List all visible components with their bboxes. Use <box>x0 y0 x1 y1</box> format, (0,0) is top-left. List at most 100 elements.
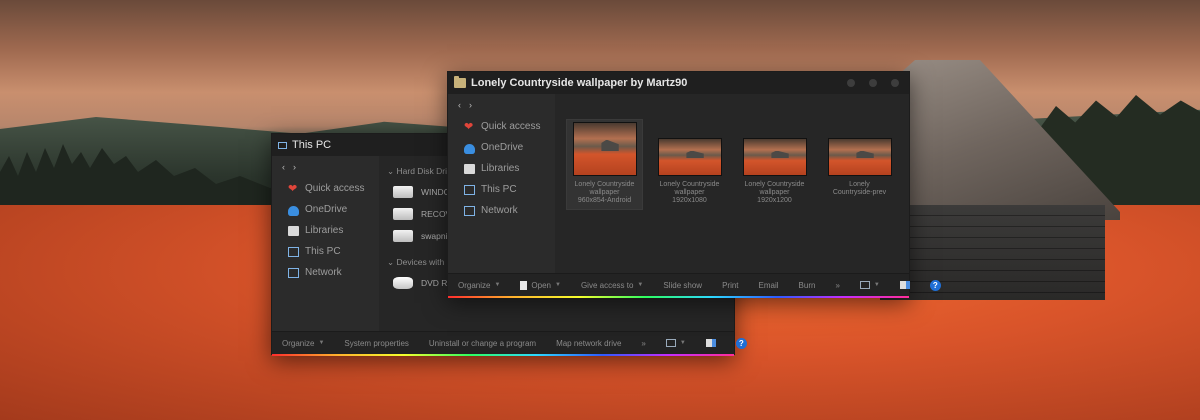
folder-icon <box>454 76 466 88</box>
drive-label: WINDO <box>421 187 451 197</box>
organize-label: Organize <box>282 338 315 348</box>
network-icon <box>464 205 475 216</box>
sidebar-item-label: Libraries <box>481 163 520 174</box>
network-icon <box>288 267 299 278</box>
chevron-down-icon: ▼ <box>873 282 880 288</box>
folder-window[interactable]: Lonely Countryside wallpaper by Martz90 … <box>447 71 941 298</box>
image-thumbnail <box>827 138 892 176</box>
file-name-line: 1920x1200 <box>757 197 792 204</box>
forward-arrow-icon[interactable]: › <box>469 100 472 110</box>
sidebar-item-this-pc[interactable]: This PC <box>272 241 364 262</box>
sidebar-item-label: Quick access <box>481 121 541 132</box>
print-button[interactable]: Print <box>712 281 748 290</box>
slide-show-button[interactable]: Slide show <box>653 281 712 290</box>
maximize-button[interactable] <box>869 79 877 87</box>
sidebar-item-label: This PC <box>481 184 517 195</box>
map-network-drive-button[interactable]: Map network drive <box>546 339 631 348</box>
sidebar-item-onedrive[interactable]: OneDrive <box>448 137 540 158</box>
file-item[interactable]: Lonely Countryside-prev <box>822 120 897 209</box>
close-button[interactable] <box>891 79 899 87</box>
burn-button[interactable]: Burn <box>789 281 826 290</box>
minimize-button[interactable] <box>847 79 855 87</box>
hard-drive-icon <box>393 230 413 242</box>
uninstall-program-button[interactable]: Uninstall or change a program <box>419 339 546 348</box>
cloud-icon <box>288 206 299 216</box>
file-item[interactable]: Lonely Countryside wallpaper 960x854-And… <box>566 119 643 210</box>
sidebar-item-label: Network <box>481 205 518 216</box>
back-arrow-icon[interactable]: ‹ <box>458 100 461 110</box>
organize-button[interactable]: Organize ▼ <box>448 281 510 290</box>
hard-drive-icon <box>393 208 413 220</box>
preview-pane-button[interactable] <box>696 339 726 347</box>
image-thumbnail <box>742 138 807 176</box>
drive-label: swapni <box>421 231 448 241</box>
sidebar-item-label: Network <box>305 267 342 278</box>
view-options-button[interactable]: ▼ <box>656 339 696 347</box>
organize-button[interactable]: Organize ▼ <box>272 339 334 348</box>
image-thumbnail <box>657 138 722 176</box>
system-properties-button[interactable]: System properties <box>334 339 418 348</box>
give-access-label: Give access to <box>580 280 634 290</box>
sidebar-item-network[interactable]: Network <box>272 262 364 283</box>
file-grid: Lonely Countryside wallpaper 960x854-And… <box>555 94 909 210</box>
chevron-down-icon: ⌄ <box>387 257 395 267</box>
rainbow-accent-line <box>448 296 909 298</box>
window-title: Lonely Countryside wallpaper by Martz90 <box>471 77 688 89</box>
file-name-line: wallpaper <box>759 189 790 196</box>
chevron-down-icon: ▼ <box>555 282 561 288</box>
sidebar-item-quick-access[interactable]: ❤ Quick access <box>448 116 540 137</box>
sidebar-item-quick-access[interactable]: ❤ Quick access <box>272 178 364 199</box>
file-name-line: wallpaper <box>589 189 620 196</box>
navigation-pane: ❤ Quick access OneDrive Libraries This P… <box>448 116 540 274</box>
navigation-pane: ❤ Quick access OneDrive Libraries This P… <box>272 178 364 332</box>
help-icon: ? <box>929 279 941 291</box>
sidebar-item-label: Libraries <box>305 225 344 236</box>
command-bar: Organize ▼ Open ▼ Give access to ▼ Slide… <box>448 273 941 298</box>
chevron-down-icon: ▼ <box>637 282 644 288</box>
open-button[interactable]: Open ▼ <box>510 280 571 290</box>
computer-icon <box>464 184 475 195</box>
hard-drive-icon <box>393 186 413 198</box>
group-label: Devices with R <box>396 257 453 267</box>
give-access-button[interactable]: Give access to ▼ <box>571 281 653 290</box>
sidebar-item-libraries[interactable]: Libraries <box>448 158 540 179</box>
sidebar-item-label: Quick access <box>305 183 365 194</box>
sidebar-item-this-pc[interactable]: This PC <box>448 179 540 200</box>
library-icon <box>464 163 475 174</box>
dvd-drive-icon <box>393 277 413 289</box>
sidebar-item-libraries[interactable]: Libraries <box>272 220 364 241</box>
preview-pane-button[interactable] <box>890 281 920 289</box>
rainbow-accent-line <box>272 354 734 356</box>
view-options-button[interactable]: ▼ <box>850 281 890 289</box>
chevron-down-icon: ▼ <box>318 340 325 346</box>
command-bar: Organize ▼ System properties Uninstall o… <box>272 331 747 356</box>
file-name-line: wallpaper <box>674 189 705 196</box>
more-commands-button[interactable]: » <box>631 339 655 348</box>
chevron-down-icon: ▼ <box>679 340 686 346</box>
folder-titlebar[interactable]: Lonely Countryside wallpaper by Martz90 <box>448 72 909 94</box>
email-button[interactable]: Email <box>749 281 789 290</box>
preview-pane-icon <box>899 281 910 289</box>
view-list-icon <box>665 339 676 347</box>
file-name-line: Lonely Countryside <box>574 181 635 188</box>
sidebar-item-label: OneDrive <box>481 142 524 153</box>
sidebar-item-network[interactable]: Network <box>448 200 540 221</box>
back-arrow-icon[interactable]: ‹ <box>282 162 285 172</box>
organize-label: Organize <box>458 280 491 290</box>
sidebar-item-onedrive[interactable]: OneDrive <box>272 199 364 220</box>
open-label: Open <box>531 280 551 290</box>
help-button[interactable]: ? <box>726 337 757 349</box>
file-name-line: Lonely Countryside <box>744 181 805 188</box>
computer-icon <box>288 246 299 257</box>
chevron-down-icon: ⌄ <box>387 166 395 176</box>
forward-arrow-icon[interactable]: › <box>293 162 296 172</box>
window-title: This PC <box>292 139 332 151</box>
preview-pane-icon <box>705 339 716 347</box>
file-name-line: Lonely Countryside <box>659 181 720 188</box>
more-commands-button[interactable]: » <box>825 281 849 290</box>
help-button[interactable]: ? <box>920 279 951 291</box>
file-item[interactable]: Lonely Countryside wallpaper 1920x1200 <box>737 120 812 209</box>
file-item[interactable]: Lonely Countryside wallpaper 1920x1080 <box>652 120 727 209</box>
view-thumbnails-icon <box>859 281 870 289</box>
sidebar-item-label: OneDrive <box>305 204 348 215</box>
